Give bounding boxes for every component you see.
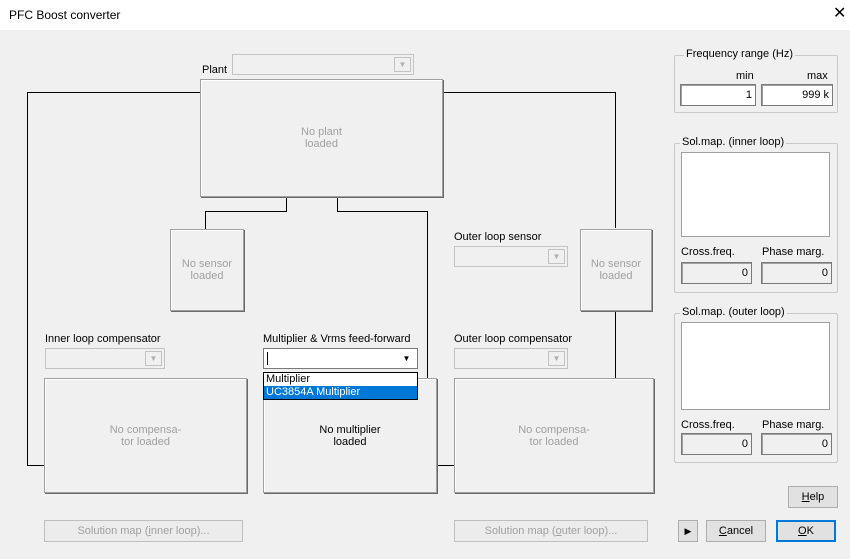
wire-plant-left-down <box>286 196 287 212</box>
cross-freq-inner-label: Cross.freq. <box>681 246 735 258</box>
wire-left-bottom <box>27 465 45 466</box>
button-mnemonic: H <box>801 491 810 503</box>
sol-map-inner-plot <box>681 152 830 237</box>
dropdown-option-uc3854a-multiplier[interactable]: UC3854A Multiplier <box>264 386 417 399</box>
inner-compensator-label: Inner loop compensator <box>45 333 161 345</box>
outer-sensor-block: No sensor loaded <box>580 229 652 311</box>
max-label: max <box>807 70 828 82</box>
inner-compensator-select[interactable]: ▼ <box>45 348 165 369</box>
frequency-range-title: Frequency range (Hz) <box>684 48 795 60</box>
button-text: uter loop)... <box>561 525 618 537</box>
outer-compensator-label: Outer loop compensator <box>454 333 573 345</box>
phase-marg-outer-label: Phase marg. <box>762 419 825 431</box>
wire-right-down <box>615 310 616 380</box>
outer-sensor-select[interactable]: ▼ <box>454 246 568 267</box>
plant-select[interactable]: ▼ <box>232 54 414 75</box>
button-text: elp <box>809 491 825 503</box>
text-caret <box>267 352 268 365</box>
wire-mult-right-down <box>427 211 428 381</box>
close-icon[interactable]: ✕ <box>833 6 846 22</box>
cross-freq-outer-value: 0 <box>681 433 752 455</box>
sol-map-outer-title: Sol.map. (outer loop) <box>680 306 787 318</box>
cross-freq-inner-value: 0 <box>681 262 752 284</box>
chevron-down-icon: ▼ <box>548 249 565 264</box>
multiplier-select[interactable]: ▼ <box>263 348 418 369</box>
wire-plant-right-down <box>337 196 338 212</box>
chevron-down-icon: ▼ <box>402 354 411 363</box>
multiplier-dropdown-list: Multiplier UC3854A Multiplier <box>263 372 418 400</box>
cross-freq-outer-label: Cross.freq. <box>681 419 735 431</box>
button-text: Solution map ( <box>77 525 149 537</box>
max-frequency-input[interactable]: 999 k <box>761 84 833 106</box>
button-text: nner loop)... <box>150 525 210 537</box>
sol-map-inner-title: Sol.map. (inner loop) <box>680 136 787 148</box>
button-text: K <box>806 525 814 537</box>
phase-marg-outer-value: 0 <box>761 433 832 455</box>
title-bar <box>0 0 850 30</box>
chevron-down-icon: ▼ <box>145 351 162 366</box>
wire-left-vertical <box>27 92 28 465</box>
button-mnemonic: O <box>798 525 807 537</box>
min-frequency-input[interactable]: 1 <box>680 84 756 106</box>
button-text: ancel <box>726 525 754 537</box>
wire-plant-left-h <box>205 211 287 212</box>
outer-compensator-select[interactable]: ▼ <box>454 348 568 369</box>
plant-label: Plant <box>202 64 228 76</box>
plant-block: No plant loaded <box>200 79 443 197</box>
cancel-button[interactable]: Cancel <box>706 520 766 542</box>
window-title: PFC Boost converter <box>9 8 121 22</box>
min-label: min <box>736 70 754 82</box>
outer-compensator-block: No compensa- tor loaded <box>454 378 654 493</box>
ok-button[interactable]: OK <box>776 520 836 542</box>
inner-compensator-block: No compensa- tor loaded <box>44 378 247 493</box>
help-button[interactable]: Help <box>788 486 838 508</box>
button-text: Solution map ( <box>484 525 556 537</box>
play-icon: ▶ <box>684 525 692 536</box>
dropdown-option-multiplier[interactable]: Multiplier <box>264 373 417 386</box>
wire-left-top <box>27 92 201 93</box>
multiplier-label: Multiplier & Vrms feed-forward <box>263 333 411 345</box>
chevron-down-icon: ▼ <box>394 57 411 72</box>
play-button[interactable]: ▶ <box>678 520 698 542</box>
solution-map-outer-button[interactable]: Solution map (o uter loop)... <box>454 520 648 542</box>
solution-map-inner-button[interactable]: Solution map (i nner loop)... <box>44 520 243 542</box>
sol-map-outer-plot <box>681 322 830 410</box>
button-mnemonic: C <box>718 525 727 537</box>
wire-plant-right-h <box>337 211 428 212</box>
wire-right-top <box>442 92 616 93</box>
wire-sensor-inner-down <box>205 211 206 229</box>
phase-marg-inner-label: Phase marg. <box>762 246 825 258</box>
wire-right-vertical <box>615 92 616 228</box>
chevron-down-icon: ▼ <box>548 351 565 366</box>
outer-sensor-label: Outer loop sensor <box>454 231 542 243</box>
wire-bottom-right <box>436 465 454 466</box>
inner-sensor-block: No sensor loaded <box>170 229 244 311</box>
phase-marg-inner-value: 0 <box>761 262 832 284</box>
